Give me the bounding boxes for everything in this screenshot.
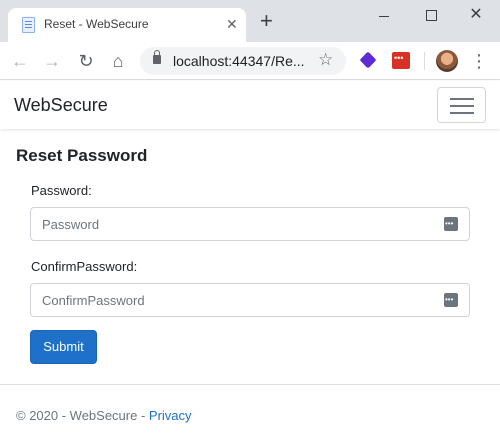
extension-icon[interactable] <box>359 51 377 69</box>
password-manager-extension-icon[interactable] <box>392 52 410 69</box>
maximize-button[interactable] <box>416 4 446 28</box>
window-close-button[interactable]: ✕ <box>461 4 491 28</box>
hamburger-line <box>450 105 474 107</box>
page-favicon-icon <box>22 17 35 33</box>
browser-tab[interactable]: Reset - WebSecure ✕ <box>8 8 246 42</box>
password-field[interactable] <box>30 207 470 241</box>
bookmark-star-icon[interactable]: ☆ <box>318 50 333 70</box>
reload-icon[interactable]: ↻ <box>74 49 98 73</box>
url-text[interactable]: localhost:44347/Re... <box>173 53 305 69</box>
submit-button[interactable]: Submit <box>30 330 97 364</box>
footer-copyright: © 2020 - WebSecure - <box>16 408 149 423</box>
navbar-toggle-button[interactable] <box>437 87 486 123</box>
page-title: Reset Password <box>16 146 148 165</box>
browser-menu-icon[interactable]: ⋮ <box>470 49 488 73</box>
confirm-password-label: ConfirmPassword: <box>31 259 138 274</box>
site-navbar: WebSecure <box>0 81 500 129</box>
password-input[interactable] <box>31 208 431 240</box>
confirm-password-field[interactable] <box>30 283 470 317</box>
profile-avatar[interactable] <box>436 50 458 72</box>
tab-close-icon[interactable]: ✕ <box>226 16 238 32</box>
home-icon[interactable]: ⌂ <box>106 49 130 73</box>
forward-arrow-icon[interactable]: → <box>40 49 64 73</box>
minimize-button[interactable] <box>370 4 400 28</box>
tab-title: Reset - WebSecure <box>44 17 149 31</box>
browser-tabstrip: Reset - WebSecure ✕ + ✕ <box>0 0 500 42</box>
password-manager-key-icon[interactable] <box>444 217 458 231</box>
address-bar[interactable]: localhost:44347/Re... ☆ <box>140 47 346 75</box>
browser-toolbar: ← → ↻ ⌂ localhost:44347/Re... ☆ ⋮ <box>0 42 500 80</box>
new-tab-button[interactable]: + <box>260 10 273 32</box>
footer-divider <box>0 384 500 385</box>
privacy-link[interactable]: Privacy <box>149 408 192 423</box>
password-label: Password: <box>31 183 92 198</box>
hamburger-line <box>450 98 474 100</box>
password-manager-key-icon[interactable] <box>444 293 458 307</box>
toolbar-divider <box>424 52 425 70</box>
footer: © 2020 - WebSecure - Privacy <box>16 408 192 423</box>
lock-icon[interactable] <box>153 50 161 64</box>
confirm-password-input[interactable] <box>31 284 431 316</box>
site-brand[interactable]: WebSecure <box>14 95 108 116</box>
back-arrow-icon[interactable]: ← <box>8 49 32 73</box>
hamburger-line <box>450 112 474 114</box>
